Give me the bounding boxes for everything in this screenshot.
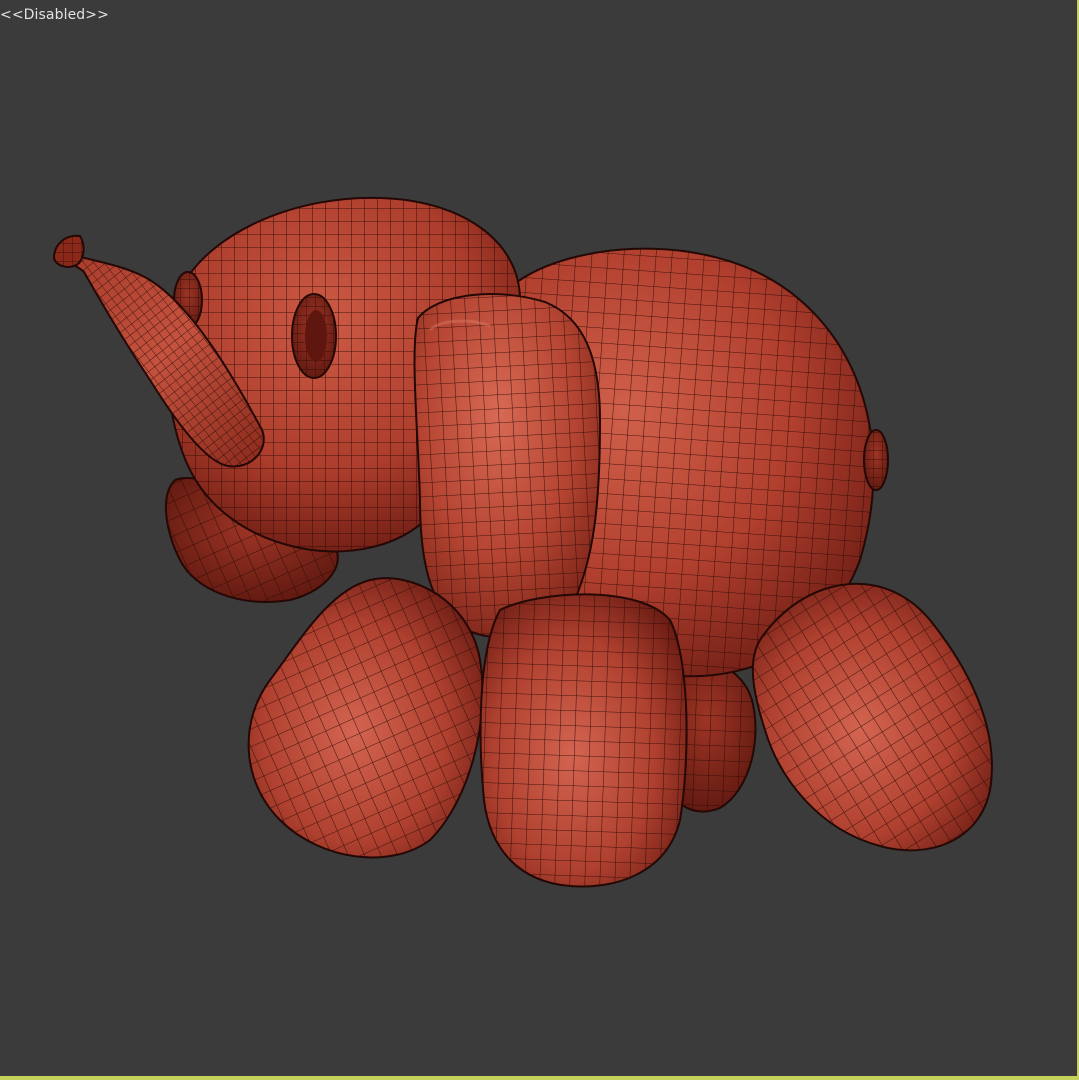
- elephant-mesh: [52, 196, 993, 888]
- ear: [413, 293, 602, 639]
- front-left-leg: [247, 577, 484, 859]
- viewport[interactable]: <<Disabled>>: [0, 0, 1079, 1080]
- elephant-model[interactable]: [0, 0, 1077, 1076]
- back-right-leg: [751, 582, 993, 852]
- front-center-leg: [479, 593, 688, 888]
